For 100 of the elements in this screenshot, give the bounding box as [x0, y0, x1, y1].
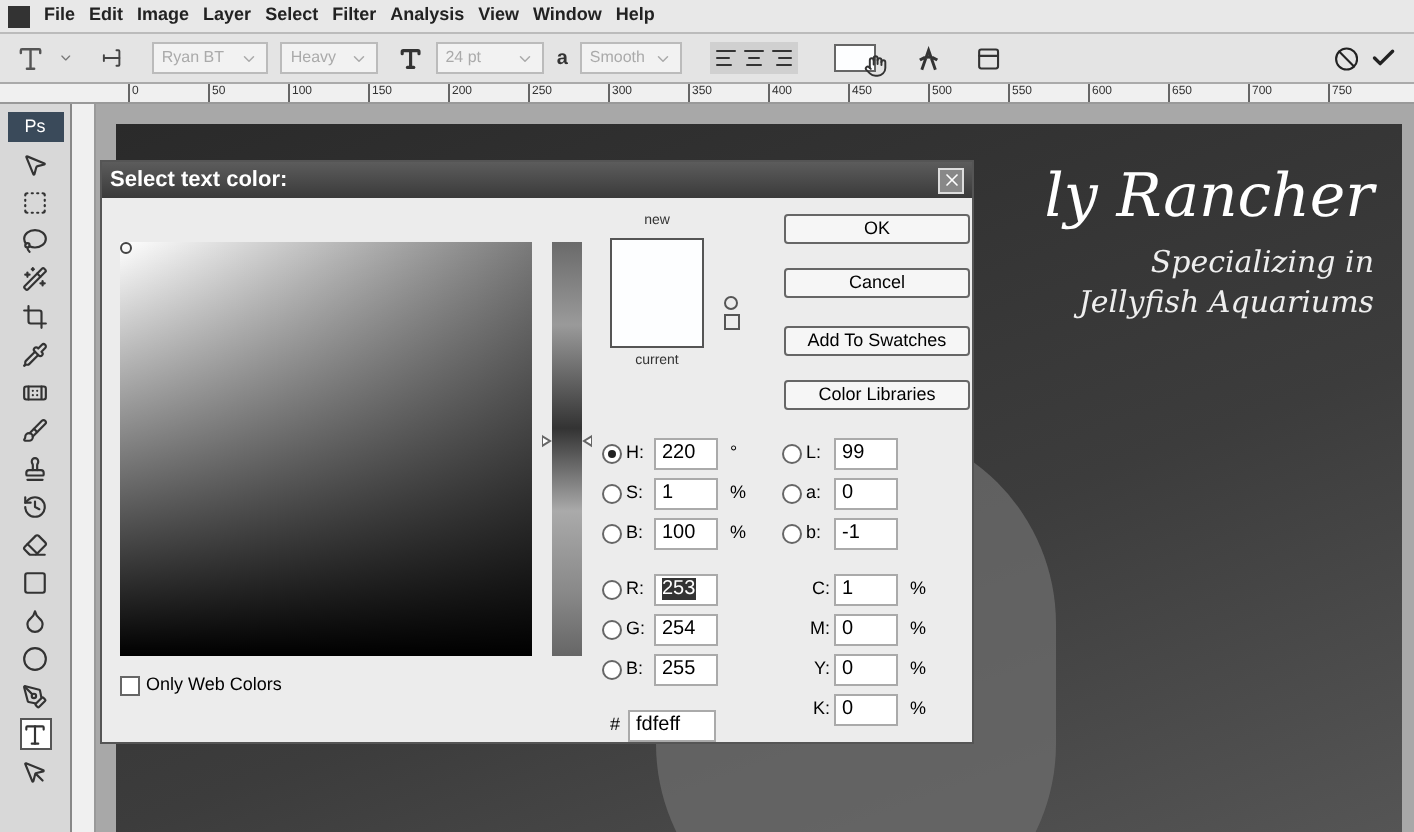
value-field[interactable]: 255 [654, 654, 718, 686]
field-label: Y: [812, 656, 831, 683]
value-field[interactable]: 0 [834, 654, 899, 686]
align-center-icon[interactable] [741, 46, 766, 70]
crop-tool-icon[interactable] [19, 300, 51, 332]
value-field[interactable]: 99 [834, 438, 899, 470]
field-label: H: [626, 440, 646, 467]
close-button[interactable] [938, 167, 964, 193]
unit-label: % [910, 576, 927, 603]
canvas-tagline: Jellyfish Aquariums [1078, 282, 1374, 322]
value-field[interactable]: 253 [654, 574, 718, 606]
anti-alias-label: a [556, 45, 568, 73]
dialog-button[interactable]: Color Libraries [784, 380, 970, 410]
canvas-heading: ly Rancher [1044, 160, 1374, 236]
field-label: B: [626, 656, 646, 683]
value-field[interactable]: 100 [654, 518, 718, 550]
lasso-tool-icon[interactable] [19, 224, 51, 256]
web-safe-icon [724, 314, 740, 330]
field-label: a: [806, 480, 824, 507]
value-field[interactable]: 1 [654, 478, 718, 510]
canvas-tagline: Specializing in [1150, 242, 1374, 282]
value-field[interactable]: 0 [834, 614, 899, 646]
value-field[interactable]: 220 [654, 438, 718, 470]
value-field[interactable]: 1 [834, 574, 899, 606]
menu-item[interactable]: Select [265, 2, 319, 30]
type-tool-icon[interactable] [16, 43, 46, 73]
menu-item[interactable]: Layer [203, 2, 252, 30]
menu-item[interactable]: Filter [332, 2, 377, 30]
value-field[interactable]: 0 [834, 478, 899, 510]
value-field[interactable]: 254 [654, 614, 718, 646]
warp-text-icon[interactable] [915, 45, 941, 71]
hand-cursor-icon [863, 54, 888, 78]
menu-item[interactable]: Window [533, 2, 602, 30]
checkbox[interactable] [120, 675, 140, 696]
caret-icon[interactable] [57, 50, 73, 66]
menu-item[interactable]: Analysis [390, 2, 465, 30]
field-label: G: [626, 616, 648, 643]
radio-button[interactable] [782, 524, 803, 544]
align-left-icon[interactable] [713, 46, 738, 70]
pointer-tool-icon[interactable] [19, 756, 51, 788]
text-orientation-icon[interactable] [100, 46, 125, 70]
unit-label: % [730, 480, 747, 507]
type-tool-icon[interactable] [19, 718, 51, 750]
radio-button[interactable] [602, 620, 622, 640]
menu-item[interactable]: File [44, 2, 76, 30]
menu-item[interactable]: Image [137, 2, 190, 30]
field-label: b: [806, 520, 824, 547]
radio-button[interactable] [602, 660, 622, 680]
unit-label: ° [730, 440, 738, 467]
stamp-tool-icon[interactable] [19, 452, 51, 484]
unit-label: % [910, 696, 927, 723]
dialog-title: Select text color: [110, 165, 288, 196]
radio-button[interactable] [602, 580, 622, 600]
value-field[interactable]: 0 [834, 694, 899, 726]
dialog-button[interactable]: Add To Swatches [784, 326, 970, 356]
dialog-button[interactable]: OK [784, 214, 970, 244]
radio-button[interactable] [782, 484, 803, 504]
dialog-button[interactable]: Cancel [784, 268, 970, 298]
app-icon [8, 5, 30, 27]
font-size-icon [398, 45, 424, 71]
menu-item[interactable]: View [478, 2, 519, 30]
unit-label: % [910, 616, 927, 643]
pen-tool-icon[interactable] [19, 680, 51, 712]
field-label: C: [810, 576, 831, 603]
panels-icon[interactable] [976, 45, 1002, 71]
eraser-tool-icon[interactable] [19, 528, 51, 560]
radio-button[interactable] [602, 444, 622, 464]
circle-tool-icon[interactable] [19, 642, 51, 674]
brush-tool-icon[interactable] [19, 414, 51, 446]
unit-label: % [730, 520, 747, 547]
marquee-tool-icon[interactable] [19, 186, 51, 218]
wand-tool-icon[interactable] [19, 262, 51, 294]
value-field[interactable]: -1 [834, 518, 899, 550]
eyedropper-tool-icon[interactable] [19, 338, 51, 370]
radio-button[interactable] [782, 444, 803, 464]
app-logo: Ps [7, 112, 63, 142]
slider-thumb[interactable] [542, 433, 592, 448]
picker-ring-icon [120, 242, 132, 254]
history-tool-icon[interactable] [19, 490, 51, 522]
menu-item[interactable]: Edit [89, 2, 124, 30]
color-swatch[interactable] [833, 44, 876, 72]
out-of-gamut-icon [724, 296, 738, 310]
color-field[interactable] [120, 242, 532, 656]
field-label: L: [806, 440, 824, 467]
close-icon [941, 170, 961, 190]
radio-button[interactable] [602, 484, 622, 504]
checkbox-label: Only Web Colors [146, 672, 282, 698]
align-right-icon[interactable] [769, 46, 794, 70]
cancel-icon[interactable] [1333, 45, 1359, 71]
field-label: M: [808, 616, 831, 643]
hex-label: # [610, 712, 621, 739]
field-label: R: [626, 576, 646, 603]
unit-label: % [910, 656, 927, 683]
menu-item[interactable]: Help [615, 2, 655, 30]
radio-button[interactable] [602, 524, 622, 544]
field-label: S: [626, 480, 646, 507]
field-label: B: [626, 520, 646, 547]
value-field[interactable]: fdfeff [628, 710, 717, 742]
color-preview [610, 237, 704, 347]
field-label: K: [811, 696, 831, 723]
